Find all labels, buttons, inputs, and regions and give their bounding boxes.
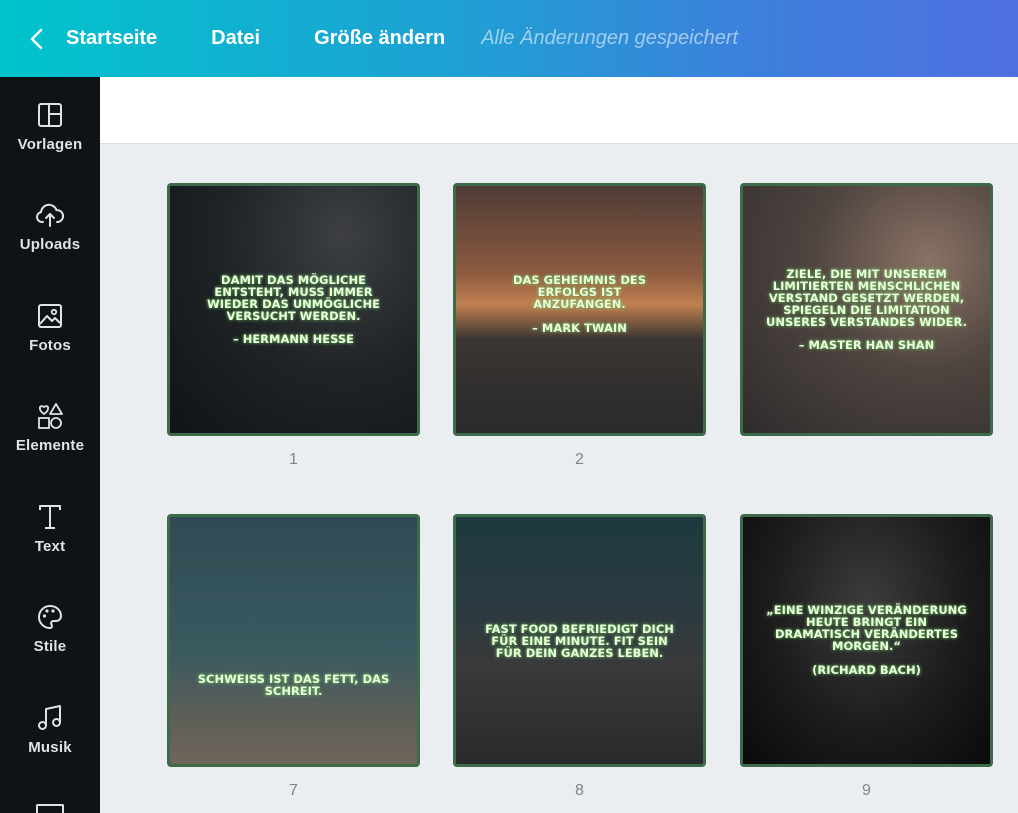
page-thumbnail-1[interactable]: Damit das Mögliche entsteht, muss immer … (167, 183, 420, 436)
sidebar-item-label: Stile (33, 638, 67, 655)
sidebar-item-elements[interactable]: Elemente (0, 401, 100, 481)
shapes-icon (38, 403, 63, 429)
file-menu[interactable]: Datei (211, 27, 260, 50)
quote-text: Damit das Mögliche entsteht, muss immer … (207, 273, 380, 323)
more-icon[interactable] (36, 804, 64, 813)
sidebar-item-templates[interactable]: Vorlagen (0, 100, 100, 180)
page-number: 2 (575, 451, 584, 468)
page-thumbnail-2[interactable]: Das Geheimnis des Erfolgs ist anzufangen… (453, 183, 706, 436)
chevron-left-icon (30, 28, 43, 49)
cloud-upload-icon (36, 203, 65, 227)
sidebar-item-photos[interactable]: Fotos (0, 301, 100, 381)
sidebar-item-label: Uploads (19, 236, 81, 253)
quote-author: – Mark Twain (532, 321, 627, 335)
quote-author: – Master Han Shan (798, 338, 935, 352)
sidebar-item-label: Vorlagen (17, 136, 83, 153)
quote-text: Ziele, die mit unserem limitierten mensc… (766, 267, 967, 329)
sidebar-item-label: Text (34, 538, 66, 555)
page-number: 7 (289, 782, 298, 799)
page-thumbnail-8[interactable]: Fast Food befriedigt dich für eine Minut… (453, 514, 706, 767)
page-number: 8 (575, 782, 584, 799)
quote-text: Das Geheimnis des Erfolgs ist anzufangen… (512, 273, 647, 311)
image-icon (38, 304, 62, 328)
page-thumbnail-7[interactable]: Schweiß ist das Fett, das schreit. (167, 514, 420, 767)
palette-icon (38, 604, 63, 630)
sidebar-item-styles[interactable]: Stile (0, 602, 100, 682)
back-button[interactable]: Startseite (28, 27, 157, 50)
sidebar: Vorlagen Uploads Fotos Elemente Text Sti… (0, 77, 100, 813)
resize-menu[interactable]: Größe ändern (314, 27, 445, 50)
quote-author: – Hermann Hesse (232, 332, 355, 346)
quote-text: Fast Food befriedigt dich für eine Minut… (485, 622, 674, 660)
top-bar: Startseite Datei Größe ändern Alle Änder… (0, 0, 1018, 77)
sidebar-item-label: Musik (28, 739, 72, 756)
music-icon (38, 705, 61, 730)
sidebar-item-music[interactable]: Musik (0, 703, 100, 783)
toolbar-strip (100, 77, 1018, 144)
quote-text: Schweiß ist das Fett, das schreit. (197, 672, 390, 698)
save-status: Alle Änderungen gespeichert (481, 27, 739, 49)
page-thumbnail-3[interactable]: Ziele, die mit unserem limitierten mensc… (740, 183, 993, 436)
page-number: 9 (862, 782, 871, 799)
page-number: 1 (289, 451, 298, 468)
sidebar-item-text[interactable]: Text (0, 502, 100, 582)
home-link[interactable]: Startseite (66, 27, 157, 50)
text-icon (39, 505, 61, 529)
quote-author: (Richard Bach) (812, 663, 921, 677)
sidebar-item-label: Fotos (29, 337, 71, 354)
layout-icon (38, 103, 62, 127)
sidebar-item-label: Elemente (15, 437, 85, 454)
page-thumbnail-9[interactable]: „Eine winzige Veränderung heute bringt e… (740, 514, 993, 767)
sidebar-item-uploads[interactable]: Uploads (0, 200, 100, 280)
quote-text: „Eine winzige Veränderung heute bringt e… (766, 603, 967, 653)
